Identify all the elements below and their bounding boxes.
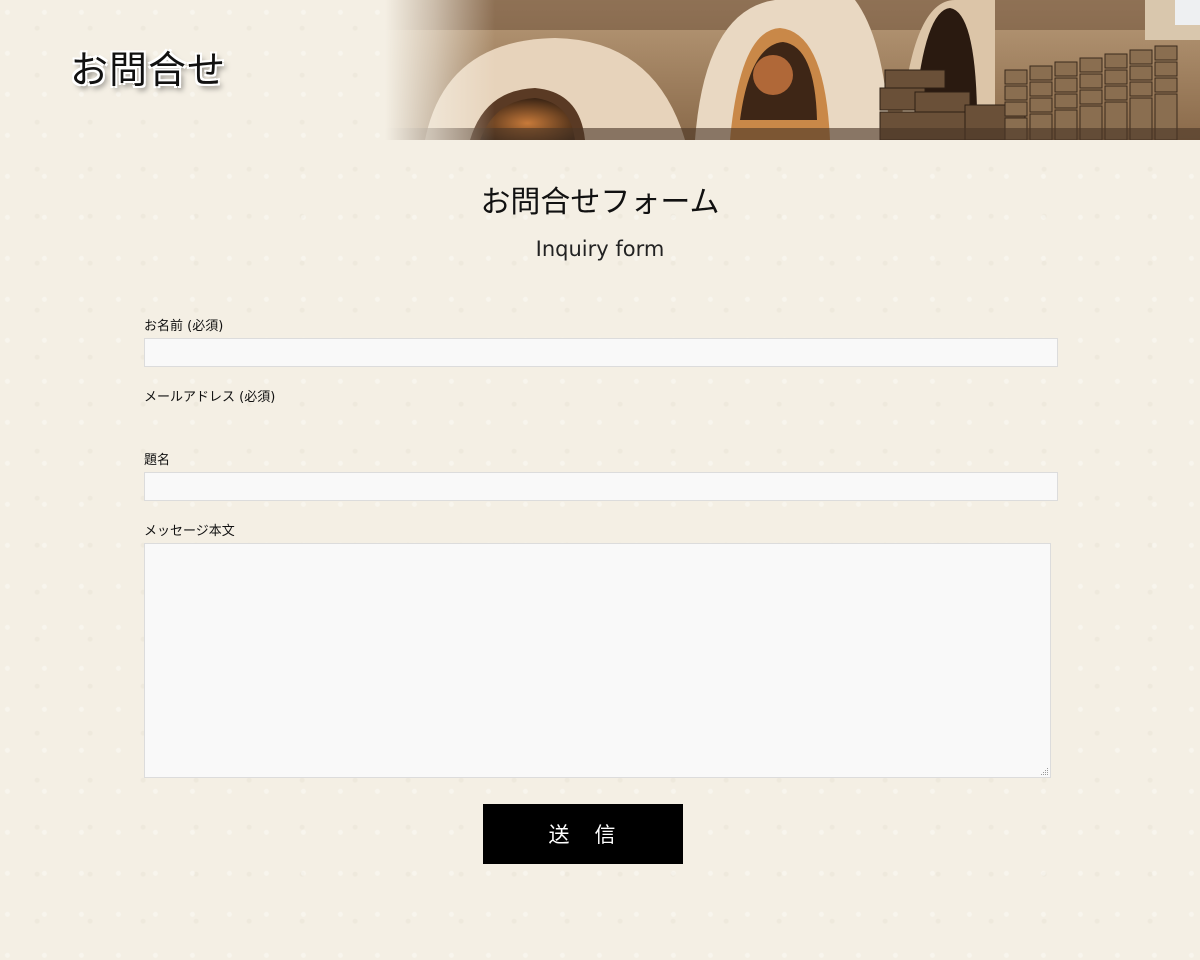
form-subheading: Inquiry form bbox=[535, 237, 665, 261]
subject-label: 題名 bbox=[144, 453, 171, 468]
message-label: メッセージ本文 bbox=[144, 524, 235, 539]
subject-input[interactable] bbox=[144, 472, 1058, 501]
name-input[interactable] bbox=[144, 338, 1058, 367]
hero-fade-overlay bbox=[385, 0, 495, 140]
resize-grip-icon[interactable] bbox=[1039, 766, 1049, 776]
page-title: お問合せ bbox=[70, 48, 227, 92]
page-header: お問合せ bbox=[0, 0, 1200, 140]
name-label: お名前 (必須) bbox=[144, 319, 224, 334]
form-heading: お問合せフォーム bbox=[480, 185, 720, 220]
hero-image bbox=[385, 0, 1200, 140]
message-textarea[interactable] bbox=[144, 543, 1051, 778]
email-label: メールアドレス (必須) bbox=[144, 390, 276, 405]
submit-button[interactable]: 送 信 bbox=[483, 804, 683, 864]
